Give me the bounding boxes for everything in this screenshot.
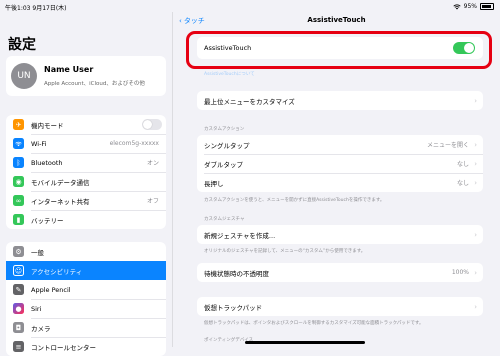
sidebar-item-airplane-mode[interactable]: ✈ 機内モード <box>6 115 166 134</box>
sidebar-item-accessibility[interactable]: ☺ アクセシビリティ <box>6 261 166 280</box>
sidebar-item-label: Bluetooth <box>31 158 63 167</box>
network-group: ✈ 機内モード Wi-Fi elecom5g-xxxxx ᛒ Bluetooth… <box>6 115 166 229</box>
trackpad-note: 仮想トラックパッドは、ポインタおよびスクロールを制御するカスタマイズ可能な面積ト… <box>204 321 424 326</box>
bluetooth-icon: ᛒ <box>13 157 24 168</box>
sidebar-item-label: バッテリー <box>31 216 64 225</box>
sidebar-item-siri[interactable]: ● Siri <box>6 299 166 318</box>
new-gesture-row[interactable]: 新規ジェスチャを作成... › <box>197 225 483 244</box>
bluetooth-value: オン <box>146 160 159 167</box>
sidebar-item-wifi[interactable]: Wi-Fi elecom5g-xxxxx <box>6 134 166 153</box>
account-card[interactable]: UN Name User Apple Account、iCloud、およびその他 <box>6 56 166 96</box>
camera-icon: ◘ <box>13 322 24 333</box>
highlight-frame <box>186 31 492 69</box>
sidebar-item-label: インターネット共有 <box>31 197 90 206</box>
sidebar-item-hotspot[interactable]: ∞ インターネット共有 オフ <box>6 191 166 210</box>
pencil-icon: ✎ <box>13 284 24 295</box>
sidebar-item-mobile-data[interactable]: ◉ モバイルデータ通信 <box>6 172 166 191</box>
antenna-icon: ◉ <box>13 176 24 187</box>
accessibility-icon: ☺ <box>13 265 24 276</box>
status-time: 午後1:03 9月17日(木) <box>5 5 67 12</box>
sidebar-item-battery[interactable]: ▮ バッテリー <box>6 210 166 229</box>
battery-percent: 95% <box>463 3 477 10</box>
sidebar: 設定 UN Name User Apple Account、iCloud、および… <box>0 12 173 356</box>
status-right: 95% <box>453 3 494 10</box>
sidebar-item-label: 一般 <box>31 248 44 257</box>
detail-panel: ‹ タッチ AssistiveTouch AssistiveTouch Assi… <box>173 12 500 347</box>
page-title: AssistiveTouch <box>307 16 366 24</box>
top-menu-card: 最上位メニューをカスタマイズ › <box>197 91 483 110</box>
wifi-status-icon <box>453 3 461 9</box>
account-subtitle: Apple Account、iCloud、およびその他 <box>44 81 145 87</box>
link-icon: ∞ <box>13 195 24 206</box>
sidebar-item-general[interactable]: ⚙ 一般 <box>6 242 166 261</box>
sidebar-item-bluetooth[interactable]: ᛒ Bluetooth オン <box>6 153 166 172</box>
top-menu-row[interactable]: 最上位メニューをカスタマイズ › <box>197 91 483 110</box>
custom-gesture-header: カスタムジェスチャ <box>204 217 245 222</box>
airplane-icon: ✈ <box>13 119 24 130</box>
idle-opacity-value: 100% <box>451 269 469 276</box>
wifi-icon <box>13 138 24 149</box>
chevron-right-icon: › <box>474 140 477 149</box>
custom-gesture-card: 新規ジェスチャを作成... › <box>197 225 483 244</box>
home-indicator <box>245 341 365 344</box>
account-name: Name User <box>44 65 94 74</box>
navigation-bar: ‹ タッチ AssistiveTouch <box>173 15 500 27</box>
top-menu-label: 最上位メニューをカスタマイズ <box>204 97 295 106</box>
single-tap-label: シングルタップ <box>204 141 250 150</box>
hotspot-value: オフ <box>146 198 159 205</box>
gesture-note: オリジナルのジェスチャを記録して、メニューの“カスタム”から使用できます。 <box>204 249 366 254</box>
virtual-trackpad-row[interactable]: 仮想トラックパッド › <box>197 297 483 316</box>
chevron-right-icon: › <box>474 159 477 168</box>
avatar: UN <box>11 63 37 89</box>
sidebar-item-label: Wi-Fi <box>31 139 47 148</box>
chevron-right-icon: › <box>474 178 477 187</box>
chevron-right-icon: › <box>474 268 477 277</box>
sidebar-item-label: アクセシビリティ <box>31 267 83 276</box>
gear-icon: ⚙ <box>13 246 24 257</box>
airplane-mode-toggle[interactable] <box>142 119 162 130</box>
double-tap-label: ダブルタップ <box>204 160 243 169</box>
single-tap-value: メニューを開く <box>426 142 469 149</box>
single-tap-row[interactable]: シングルタップ メニューを開く › <box>197 135 483 154</box>
chevron-right-icon: › <box>474 230 477 239</box>
idle-opacity-card: 待機状態時の不透明度 100% › <box>197 263 483 282</box>
idle-opacity-label: 待機状態時の不透明度 <box>204 269 269 278</box>
wifi-network-value: elecom5g-xxxxx <box>109 140 159 147</box>
sidebar-item-label: 機内モード <box>31 121 64 130</box>
double-tap-value: なし <box>456 161 469 168</box>
long-press-value: なし <box>456 180 469 187</box>
new-gesture-label: 新規ジェスチャを作成... <box>204 231 276 240</box>
chevron-right-icon: › <box>474 96 477 105</box>
double-tap-row[interactable]: ダブルタップ なし › <box>197 154 483 173</box>
sidebar-item-camera[interactable]: ◘ カメラ <box>6 318 166 337</box>
sidebar-item-label: Siri <box>31 304 42 313</box>
sidebar-item-apple-pencil[interactable]: ✎ Apple Pencil <box>6 280 166 299</box>
custom-action-header: カスタムアクション <box>204 127 245 132</box>
sidebar-item-label: カメラ <box>31 324 51 333</box>
general-group: ⚙ 一般 ☺ アクセシビリティ ✎ Apple Pencil ● Siri ◘ … <box>6 242 166 356</box>
idle-opacity-row[interactable]: 待機状態時の不透明度 100% › <box>197 263 483 282</box>
long-press-row[interactable]: 長押し なし › <box>197 173 483 192</box>
sidebar-item-label: モバイルデータ通信 <box>31 178 90 187</box>
long-press-label: 長押し <box>204 179 224 188</box>
sidebar-item-label: Apple Pencil <box>31 285 71 294</box>
custom-action-note: カスタムアクションを使うと、メニューを開かずに直接AssistiveTouchを… <box>204 198 385 203</box>
siri-icon: ● <box>13 303 24 314</box>
sidebar-title: 設定 <box>8 37 36 53</box>
status-bar: 午後1:03 9月17日(木) 95% <box>0 0 500 12</box>
battery-icon: ▮ <box>13 214 24 225</box>
about-link[interactable]: AssistiveTouchについて <box>204 71 255 77</box>
custom-action-card: シングルタップ メニューを開く › ダブルタップ なし › 長押し なし › <box>197 135 483 192</box>
battery-icon <box>480 3 494 10</box>
virtual-trackpad-label: 仮想トラックパッド <box>204 303 263 312</box>
chevron-right-icon: › <box>474 302 477 311</box>
virtual-trackpad-card: 仮想トラックパッド › <box>197 297 483 316</box>
